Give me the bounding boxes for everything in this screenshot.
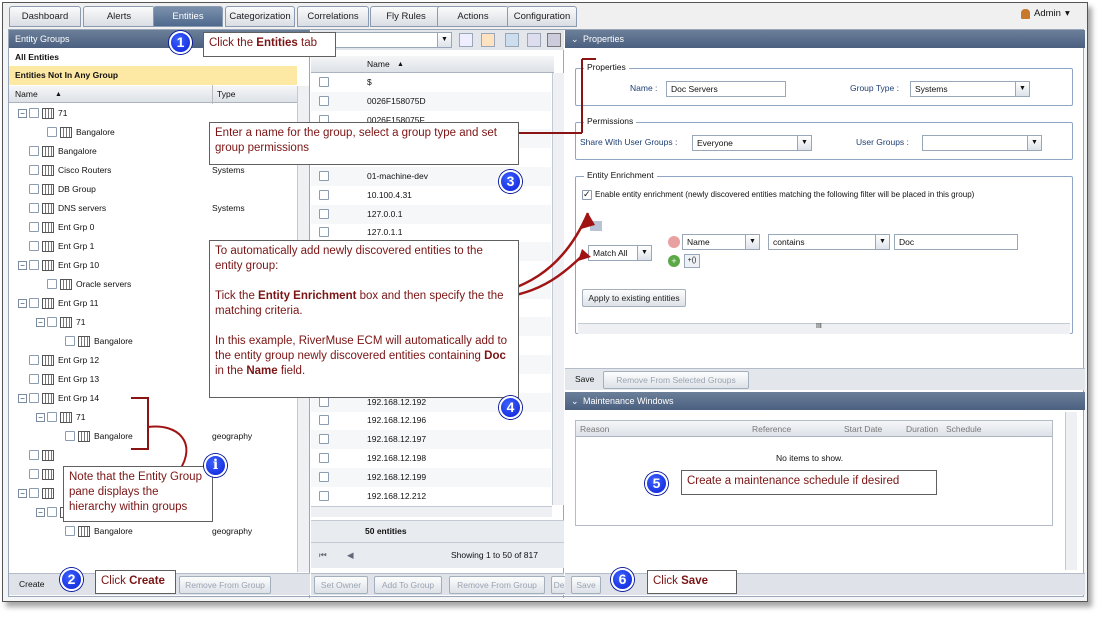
step-6-badge: 6	[611, 568, 634, 591]
callout-properties: Enter a name for the group, select a gro…	[209, 122, 519, 165]
callout-maintenance: Create a maintenance schedule if desired	[681, 470, 937, 495]
callout-enrichment-step: Tick the Entity Enrichment box and then …	[215, 290, 504, 317]
callout-hierarchy-note: Note that the Entity Group pane displays…	[63, 466, 213, 522]
callout-create: Click Create	[95, 570, 176, 594]
callout-enrichment-intro: To automatically add newly discovered en…	[215, 245, 483, 272]
step-3-badge: 3	[499, 170, 522, 193]
info-badge: i	[204, 454, 227, 477]
root: { "nav":{"tabs":["Dashboard","Alerts","E…	[0, 0, 1100, 619]
step-4-badge: 4	[499, 396, 522, 419]
step-1-badge: 1	[169, 31, 192, 54]
callout-enrichment-example: In this example, RiverMuse ECM will auto…	[215, 335, 508, 377]
step-5-badge: 5	[645, 472, 668, 495]
callout-save: Click Save	[647, 570, 737, 594]
callout-enrichment: To automatically add newly discovered en…	[209, 240, 519, 398]
callout-entities-tab: Click the Entities tab	[203, 32, 336, 57]
app-window: Dashboard Alerts Entities Categorization…	[2, 2, 1088, 602]
step-2-badge: 2	[60, 568, 83, 591]
